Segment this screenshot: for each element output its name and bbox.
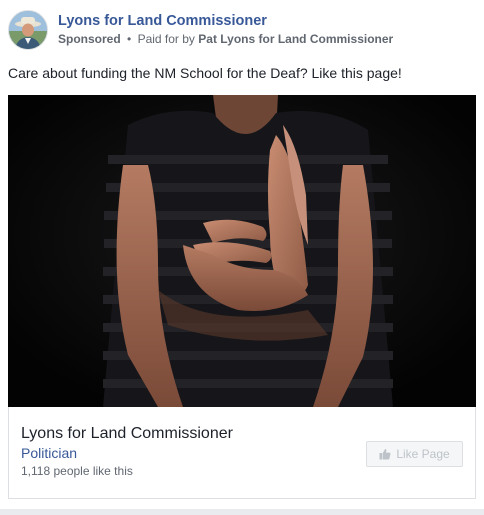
sponsored-post: Lyons for Land Commissioner Sponsored • … bbox=[0, 0, 484, 511]
card-likes-count: 1,118 people like this bbox=[21, 464, 133, 478]
post-image[interactable] bbox=[8, 95, 476, 407]
feed-divider bbox=[0, 509, 484, 515]
page-name-link[interactable]: Lyons for Land Commissioner bbox=[58, 13, 267, 29]
post-text: Care about funding the NM School for the… bbox=[8, 65, 402, 81]
paid-for-prefix: Paid for by bbox=[137, 32, 195, 46]
card-category[interactable]: Politician bbox=[21, 445, 77, 461]
like-page-button[interactable]: Like Page bbox=[366, 441, 463, 467]
sponsored-meta: Sponsored • Paid for by Pat Lyons for La… bbox=[58, 32, 393, 46]
page-avatar[interactable] bbox=[8, 10, 48, 50]
page-card[interactable]: Lyons for Land Commissioner Politician 1… bbox=[8, 407, 476, 499]
post-header: Lyons for Land Commissioner Sponsored • … bbox=[8, 8, 476, 52]
thumbs-up-icon bbox=[379, 448, 391, 460]
meta-separator: • bbox=[127, 32, 132, 46]
card-page-name[interactable]: Lyons for Land Commissioner bbox=[21, 425, 233, 443]
sponsored-label[interactable]: Sponsored bbox=[58, 32, 121, 46]
payer-name: Pat Lyons for Land Commissioner bbox=[198, 32, 394, 46]
like-page-label: Like Page bbox=[396, 447, 450, 461]
